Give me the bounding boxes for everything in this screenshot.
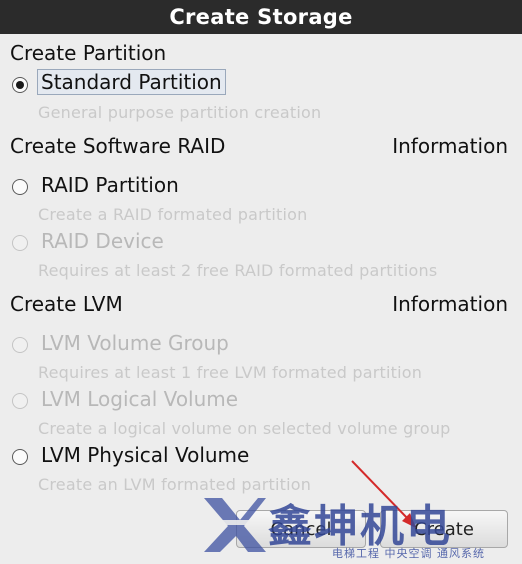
- raid-device-label: RAID Device: [41, 229, 164, 253]
- lvm-physical-volume-label[interactable]: LVM Physical Volume: [41, 443, 249, 467]
- raid-device-radio: [12, 235, 28, 251]
- raid-partition-label[interactable]: RAID Partition: [41, 173, 179, 197]
- create-partition-heading: Create Partition: [10, 41, 167, 65]
- standard-partition-radio[interactable]: [12, 77, 28, 93]
- lvm-volume-group-description: Requires at least 1 free LVM formated pa…: [38, 363, 423, 382]
- raid-partition-radio[interactable]: [12, 179, 28, 195]
- lvm-logical-volume-radio: [12, 393, 28, 409]
- standard-partition-label: Standard Partition: [37, 69, 226, 95]
- standard-partition-option[interactable]: Standard Partition: [37, 69, 226, 95]
- lvm-volume-group-label: LVM Volume Group: [41, 331, 229, 355]
- standard-partition-description: General purpose partition creation: [38, 103, 322, 122]
- lvm-heading: Create LVM: [10, 292, 123, 316]
- lvm-physical-volume-radio[interactable]: [12, 449, 28, 465]
- software-raid-information: Information: [392, 134, 508, 158]
- dialog-title: Create Storage: [0, 0, 522, 34]
- annotation-arrow-icon: [351, 460, 416, 528]
- lvm-physical-volume-description: Create an LVM formated partition: [38, 475, 312, 494]
- lvm-volume-group-radio: [12, 337, 28, 353]
- lvm-logical-volume-description: Create a logical volume on selected volu…: [38, 419, 451, 438]
- lvm-logical-volume-label: LVM Logical Volume: [41, 387, 239, 411]
- software-raid-heading: Create Software RAID: [10, 134, 226, 158]
- raid-device-description: Requires at least 2 free RAID formated p…: [38, 261, 438, 280]
- raid-partition-description: Create a RAID formated partition: [38, 205, 308, 224]
- lvm-information: Information: [392, 292, 508, 316]
